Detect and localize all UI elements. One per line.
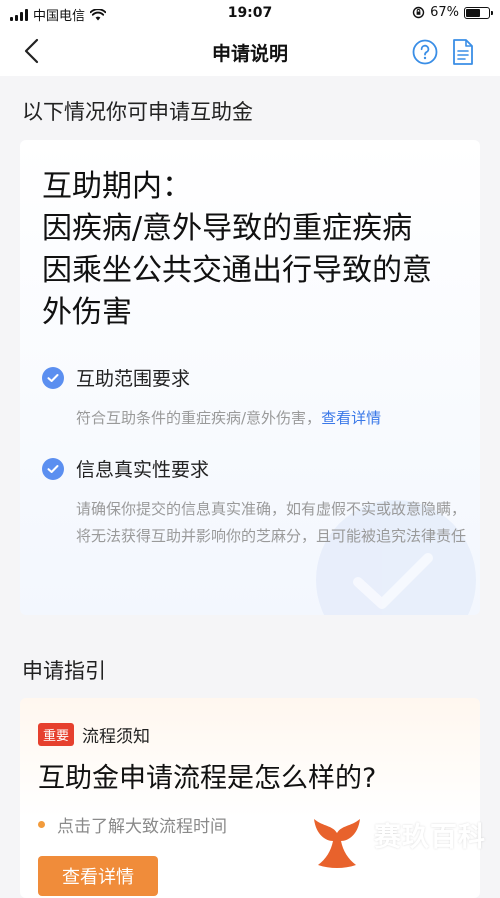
headline-line: 互助期内：: [42, 169, 192, 204]
check-circle-icon: [42, 366, 64, 389]
status-bar: 中国电信 19:07 67%: [0, 0, 500, 26]
requirement-scope: 互助范围要求 符合互助条件的重症疾病/意外伤害，查看详情: [42, 364, 466, 432]
requirement-desc: 符合互助条件的重症疾病/意外伤害，查看详情: [76, 405, 466, 432]
watermark-cn: 赛玖百科: [374, 821, 486, 853]
requirement-desc-text: 符合互助条件的重症疾病/意外伤害，: [76, 409, 322, 427]
guide-tag-row: 重要 流程须知: [38, 722, 150, 747]
watermark-text: 赛玖百科 SAIJIUBAIKE: [374, 815, 486, 870]
guide-tag-label: 流程须知: [82, 727, 151, 747]
section-title-guide: 申请指引: [22, 659, 106, 683]
battery-fill: [466, 8, 481, 17]
section-title-eligibility: 以下情况你可申请互助金: [22, 100, 253, 124]
guide-card-title: 互助金申请流程是怎么样的?: [38, 763, 377, 794]
view-details-link[interactable]: 查看详情: [321, 409, 381, 427]
whale-tail-logo-icon: [314, 819, 360, 868]
eligibility-card: 互助期内： 因疾病/意外导致的重症疾病 因乘坐公共交通出行导致的意 外伤害 互助…: [20, 140, 480, 615]
nav-bar: 申请说明: [0, 26, 500, 76]
requirement-truthfulness: 信息真实性要求 请确保你提交的信息真实准确，如有虚假不实或故意隐瞒，将无法获得互…: [42, 455, 466, 550]
requirement-desc: 请确保你提交的信息真实准确，如有虚假不实或故意隐瞒，将无法获得互助并影响你的芝麻…: [76, 500, 467, 545]
battery-percent: 67%: [430, 5, 459, 20]
headline-line: 外伤害: [42, 295, 132, 330]
status-right: 67%: [412, 5, 493, 20]
requirement-title: 信息真实性要求: [76, 459, 210, 481]
orientation-lock-icon: [412, 6, 425, 19]
question-circle-icon[interactable]: [412, 39, 438, 65]
bullet-dot-icon: [38, 821, 45, 828]
watermark-en: SAIJIUBAIKE: [374, 855, 467, 870]
document-icon[interactable]: [450, 38, 476, 66]
view-details-button[interactable]: 查看详情: [38, 856, 158, 896]
guide-bullet: 点击了解大致流程时间: [38, 812, 227, 837]
battery-icon: [464, 6, 493, 19]
coverage-headline: 互助期内： 因疾病/意外导致的重症疾病 因乘坐公共交通出行导致的意 外伤害: [42, 166, 462, 334]
important-badge: 重要: [38, 723, 75, 746]
guide-bullet-text: 点击了解大致流程时间: [57, 817, 227, 837]
headline-line: 因疾病/意外导致的重症疾病: [42, 211, 413, 246]
watermark-logo: 赛玖百科 SAIJIUBAIKE: [308, 806, 493, 878]
headline-line: 因乘坐公共交通出行导致的意: [42, 253, 432, 288]
requirement-title: 互助范围要求: [76, 368, 191, 390]
check-circle-icon: [42, 457, 64, 480]
